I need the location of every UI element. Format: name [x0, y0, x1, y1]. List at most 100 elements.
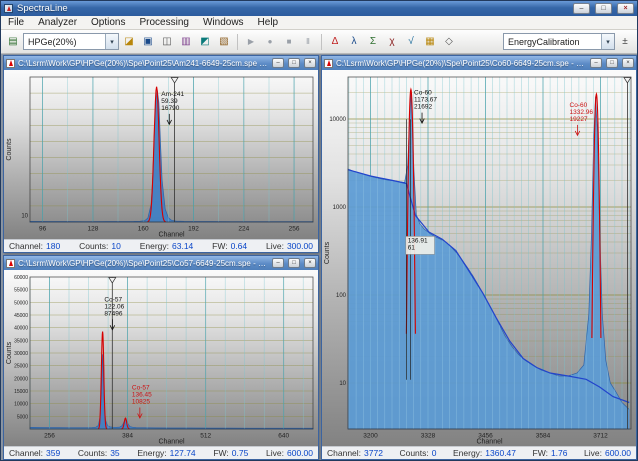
status-label: FW: [533, 448, 548, 458]
save-spectrum-icon[interactable]: ▣ [139, 33, 157, 51]
svg-text:384: 384 [122, 433, 133, 440]
status-value: 1.76 [551, 448, 568, 458]
status-value: 0.64 [231, 241, 248, 251]
spectrum-chart-co60[interactable]: 3200332834563584371210100100010000Co-601… [322, 70, 636, 446]
svg-text:512: 512 [200, 433, 211, 440]
title-bar[interactable]: SpectraLine – □ × [1, 1, 637, 16]
calibration-combo[interactable]: EnergyCalibration ▾ [503, 33, 615, 50]
status-value: 300.00 [287, 241, 313, 251]
svg-text:122.06: 122.06 [104, 303, 124, 310]
svg-text:30000: 30000 [14, 351, 28, 357]
svg-text:61: 61 [408, 244, 416, 251]
svg-text:50000: 50000 [14, 300, 28, 306]
svg-text:10000: 10000 [14, 402, 28, 408]
peak-search-icon[interactable]: Δ [326, 33, 344, 51]
maximize-button[interactable]: □ [595, 3, 612, 14]
report-icon[interactable]: ▦ [421, 33, 439, 51]
svg-text:10: 10 [339, 381, 346, 387]
status-value: 600.00 [605, 448, 631, 458]
status-value: 600.00 [287, 448, 313, 458]
zoom-icon[interactable]: ◇ [440, 33, 458, 51]
spectrum-chart-am241[interactable]: 9612816019222425610Am-24159.3916790Chann… [4, 70, 318, 239]
svg-text:Co-57: Co-57 [132, 385, 150, 392]
new-spectrum-icon[interactable]: ▤ [4, 33, 22, 51]
svg-text:5000: 5000 [17, 414, 28, 420]
svg-text:Co-57: Co-57 [104, 296, 122, 303]
status-label: Energy: [453, 448, 482, 458]
svg-text:87496: 87496 [104, 310, 122, 317]
print-icon[interactable]: ◫ [158, 33, 176, 51]
svg-text:3712: 3712 [593, 433, 608, 440]
tool-bar: ▤ HPGe(20%) ▾ ◪ ▣ ◫ ▥ ◩ ▧ ▶ ● ■ Ⅱ Δ λ Σ … [1, 30, 637, 54]
status-label: Live: [266, 448, 284, 458]
svg-text:100: 100 [336, 293, 347, 299]
energy-calibration-icon[interactable]: λ [345, 33, 363, 51]
detector-combo[interactable]: HPGe(20%) ▾ [23, 33, 119, 50]
svg-text:96: 96 [39, 226, 47, 233]
child-minimize-button[interactable]: – [590, 58, 602, 68]
smooth-icon[interactable]: √ [402, 33, 420, 51]
close-button[interactable]: × [617, 3, 634, 14]
spectrum-file-icon [324, 59, 333, 68]
svg-text:19227: 19227 [570, 116, 588, 123]
app-title: SpectraLine [17, 3, 568, 14]
svg-text:45000: 45000 [14, 313, 28, 319]
status-value: 0.75 [232, 448, 249, 458]
mdi-workspace: C:\Lsrm\Work\GP\HPGe(20%)\Spe\Point25\Am… [1, 54, 637, 460]
menu-item-analyzer[interactable]: Analyzer [31, 16, 84, 30]
svg-text:1173.67: 1173.67 [414, 97, 437, 104]
child-close-button[interactable]: × [304, 258, 316, 268]
fit-icon[interactable]: χ [383, 33, 401, 51]
chevron-down-icon[interactable]: ▾ [601, 34, 614, 49]
menu-item-help[interactable]: Help [251, 16, 286, 30]
menu-item-processing[interactable]: Processing [133, 16, 196, 30]
child-close-button[interactable]: × [622, 58, 634, 68]
status-value: 1360.47 [485, 448, 516, 458]
menu-item-windows[interactable]: Windows [196, 16, 251, 30]
view-settings-icon[interactable]: ▧ [215, 33, 233, 51]
svg-text:Counts: Counts [6, 138, 13, 161]
child-maximize-button[interactable]: □ [288, 258, 300, 268]
pause-acquisition-icon[interactable]: Ⅱ [299, 33, 317, 51]
svg-text:160: 160 [138, 226, 149, 233]
svg-text:Am-241: Am-241 [161, 91, 184, 98]
menu-item-file[interactable]: File [1, 16, 31, 30]
svg-text:25000: 25000 [14, 364, 28, 370]
toolbar-separator [321, 34, 322, 50]
detector-combo-value: HPGe(20%) [24, 37, 105, 47]
status-label: Energy: [137, 448, 166, 458]
child-statusbar-co57: Channel:359 Counts:35 Energy:127.74 FW:0… [4, 446, 318, 459]
child-minimize-button[interactable]: – [272, 258, 284, 268]
record-icon[interactable]: ● [261, 33, 279, 51]
child-maximize-button[interactable]: □ [606, 58, 618, 68]
child-maximize-button[interactable]: □ [288, 58, 300, 68]
status-value: 63.14 [172, 241, 193, 251]
status-value: 0 [432, 448, 437, 458]
child-titlebar-co57[interactable]: C:\Lsrm\Work\GP\HPGe(20%)\Spe\Point25\Co… [4, 256, 318, 270]
copy-icon[interactable]: ▥ [177, 33, 195, 51]
refresh-icon[interactable]: ◩ [196, 33, 214, 51]
start-acquisition-icon[interactable]: ▶ [242, 33, 260, 51]
spectrum-window-co60: C:\Lsrm\Work\GP\HPGe(20%)\Spe\Point25\Co… [321, 55, 637, 460]
options-icon[interactable]: ± [616, 33, 634, 51]
status-label: Counts: [399, 448, 428, 458]
minimize-button[interactable]: – [573, 3, 590, 14]
menu-bar: File Analyzer Options Processing Windows… [1, 16, 637, 30]
svg-text:192: 192 [188, 226, 199, 233]
stop-acquisition-icon[interactable]: ■ [280, 33, 298, 51]
child-titlebar-co60[interactable]: C:\Lsrm\Work\GP\HPGe(20%)\Spe\Point25\Co… [322, 56, 636, 70]
open-spectrum-icon[interactable]: ◪ [120, 33, 138, 51]
spectrum-chart-co57[interactable]: 2563845126405000100001500020000250003000… [4, 270, 318, 446]
sum-region-icon[interactable]: Σ [364, 33, 382, 51]
status-value: 127.74 [170, 448, 196, 458]
child-close-button[interactable]: × [304, 58, 316, 68]
svg-text:15000: 15000 [14, 389, 28, 395]
svg-text:3584: 3584 [536, 433, 551, 440]
svg-text:59.39: 59.39 [161, 98, 178, 105]
spectrum-window-co57: C:\Lsrm\Work\GP\HPGe(20%)\Spe\Point25\Co… [3, 255, 319, 460]
child-minimize-button[interactable]: – [272, 58, 284, 68]
menu-item-options[interactable]: Options [84, 16, 132, 30]
spectrum-window-am241: C:\Lsrm\Work\GP\HPGe(20%)\Spe\Point25\Am… [3, 55, 319, 253]
child-titlebar-am241[interactable]: C:\Lsrm\Work\GP\HPGe(20%)\Spe\Point25\Am… [4, 56, 318, 70]
chevron-down-icon[interactable]: ▾ [105, 34, 118, 49]
